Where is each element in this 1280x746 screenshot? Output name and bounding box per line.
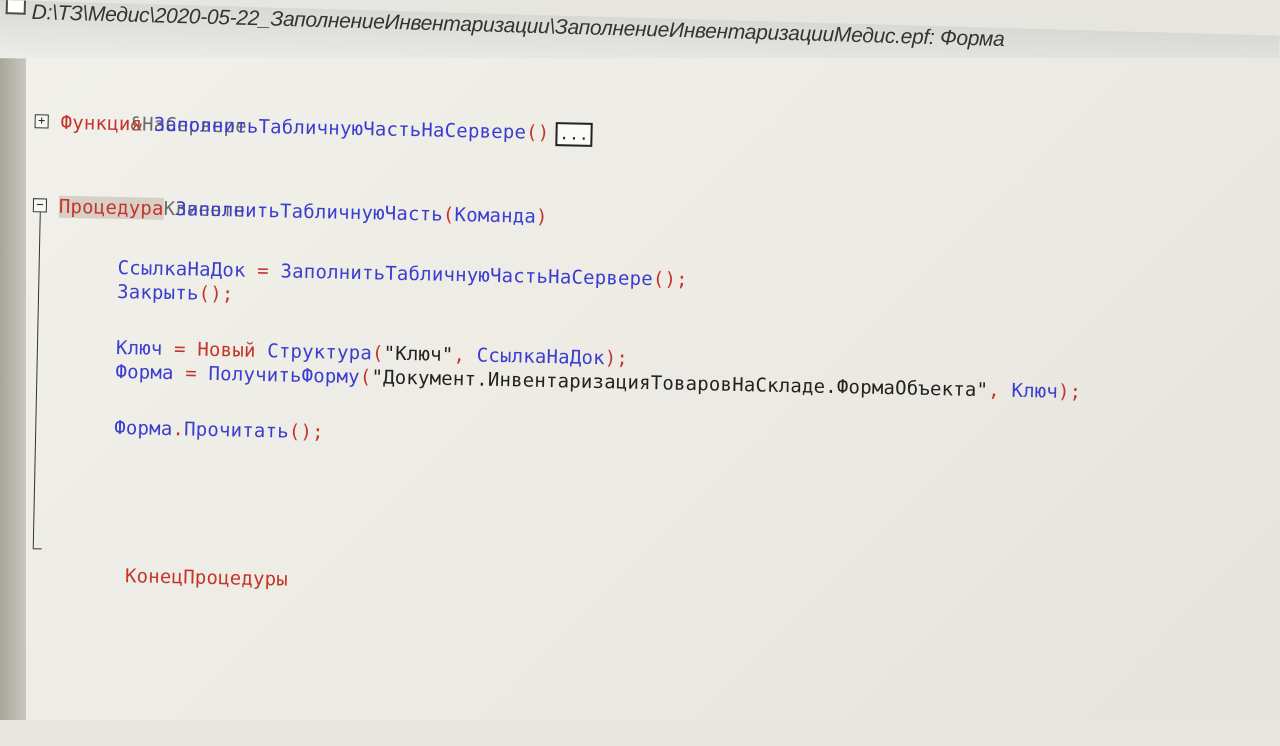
procedure-name: ЗаполнитьТабличнуюЧасть bbox=[175, 198, 444, 226]
assign-op: = bbox=[245, 259, 281, 283]
fold-guide-end bbox=[32, 548, 42, 550]
var-form: Форма bbox=[115, 360, 174, 385]
call-get-form: ПолучитьФорму bbox=[208, 362, 361, 389]
comma: , bbox=[453, 344, 477, 367]
dot: . bbox=[172, 418, 185, 441]
collapsed-body-button[interactable]: ... bbox=[555, 121, 594, 147]
call-fill-server: ЗаполнитьТабличнуюЧастьНаСервере bbox=[280, 260, 654, 291]
procedure-param: Команда bbox=[454, 204, 537, 228]
code-line-6: Закрыть(); bbox=[117, 280, 234, 306]
string-key: "Ключ" bbox=[383, 342, 454, 367]
call-end: (); bbox=[198, 282, 234, 306]
call-close: Закрыть bbox=[116, 280, 199, 305]
procedure-open-paren: ( bbox=[442, 203, 455, 227]
comma: , bbox=[987, 379, 1012, 402]
window-title: D:\ТЗ\Медис\2020-05-22_ЗаполнениеИнвента… bbox=[31, 0, 1005, 52]
keyword-function: Функция bbox=[60, 111, 143, 136]
arg-key: Ключ bbox=[1011, 379, 1059, 403]
code-line-10: КонецПроцедуры bbox=[54, 539, 288, 616]
var-ref-doc: СсылкаНаДок bbox=[117, 256, 246, 282]
fold-expand-icon[interactable]: + bbox=[34, 113, 49, 129]
fold-collapse-icon[interactable]: − bbox=[32, 197, 48, 213]
window-icon bbox=[5, 0, 26, 15]
call-read: Прочитать bbox=[183, 418, 290, 443]
open-paren: ( bbox=[371, 342, 384, 365]
keyword-procedure: Процедура bbox=[58, 195, 164, 220]
call-end: (); bbox=[652, 268, 689, 291]
keyword-end-procedure: КонецПроцедуры bbox=[124, 565, 289, 591]
keyword-new: Новый bbox=[197, 338, 256, 362]
arg-ref-doc: СсылкаНаДок bbox=[476, 344, 605, 370]
assign-op: = bbox=[173, 362, 209, 385]
code-area[interactable]: &НаСервере + Функция ЗаполнитьТабличнуюЧ… bbox=[12, 58, 1280, 746]
code-editor[interactable]: &НаСервере + Функция ЗаполнитьТабличнуюЧ… bbox=[26, 58, 1280, 720]
open-paren: ( bbox=[359, 366, 372, 389]
string-form-path: "Документ.ИнвентаризацияТоваровНаСкладе.… bbox=[371, 366, 989, 402]
type-structure: Структура bbox=[267, 340, 373, 365]
obj-form: Форма bbox=[114, 416, 173, 441]
call-end: ); bbox=[1057, 380, 1082, 404]
procedure-close-paren: ) bbox=[535, 205, 548, 228]
call-end: ); bbox=[604, 347, 629, 370]
call-end: (); bbox=[288, 420, 324, 444]
function-parens: () bbox=[525, 121, 550, 144]
var-key: Ключ bbox=[115, 336, 163, 360]
fold-guide-line bbox=[32, 212, 41, 549]
code-line-9: Форма.Прочитать(); bbox=[114, 416, 324, 444]
assign-op: = bbox=[162, 337, 198, 361]
